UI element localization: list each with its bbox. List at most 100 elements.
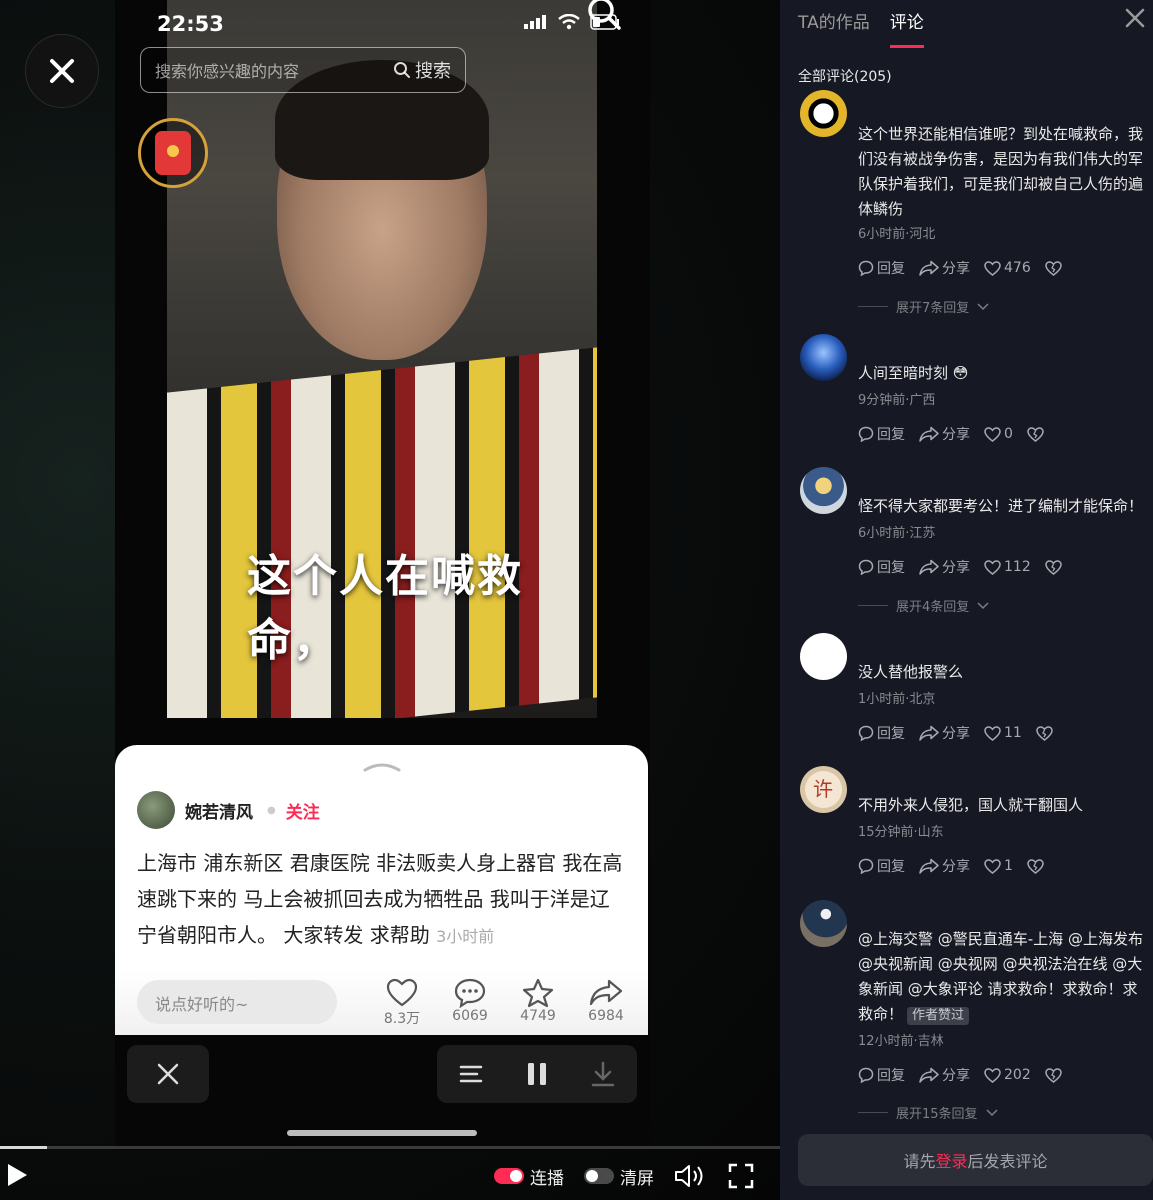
share-comment-button[interactable]: 分享: [919, 856, 970, 876]
heart-outline-icon: [984, 1067, 1001, 1083]
search-button[interactable]: 搜索: [393, 57, 451, 83]
share-label: 分享: [942, 1068, 970, 1084]
comment-like-count: 476: [1004, 260, 1031, 276]
author-avatar[interactable]: [137, 791, 175, 829]
reply-button[interactable]: 回复: [858, 856, 905, 876]
share-comment-button[interactable]: 分享: [919, 424, 970, 444]
dislike-button[interactable]: [1044, 559, 1062, 575]
close-icon: [1125, 8, 1145, 28]
phone-screen: 这个人在喊救命， 22:53 搜索你感兴趣的内容 搜索 婉若清风 ● 关注 上海…: [115, 0, 650, 1150]
reply-label: 回复: [877, 427, 905, 443]
autoplay-toggle[interactable]: 连播: [494, 1164, 564, 1189]
commenter-avatar[interactable]: [800, 900, 847, 947]
chevron-up-icon: [363, 763, 401, 772]
commenter-avatar[interactable]: [800, 633, 847, 680]
reply-button[interactable]: 回复: [858, 424, 905, 444]
video-description: 上海市 浦东新区 君康医院 非法贩卖人身上器官 我在高速跳下来的 马上会被抓回去…: [137, 845, 629, 955]
author-name[interactable]: 婉若清风: [185, 798, 253, 823]
reply-button[interactable]: 回复: [858, 258, 905, 278]
panel-tabs: TA的作品 评论: [798, 8, 924, 48]
autoplay-switch[interactable]: [494, 1168, 524, 1184]
comment-text: 这个世界还能相信谁呢？到处在喊救命，我们没有被战争伤害，是因为有我们伟大的军队保…: [858, 125, 1144, 218]
comment-like-button[interactable]: 11: [984, 725, 1022, 741]
home-indicator: [287, 1130, 477, 1136]
share-comment-button[interactable]: 分享: [919, 1065, 970, 1085]
reply-button[interactable]: 回复: [858, 557, 905, 577]
app-root: 这个人在喊救命， 22:53 搜索你感兴趣的内容 搜索 婉若清风 ● 关注 上海…: [0, 0, 1153, 1200]
dismiss-button[interactable]: [127, 1045, 209, 1103]
expand-replies[interactable]: 展开4条回复: [858, 596, 989, 615]
comment-input[interactable]: 说点好听的~: [137, 980, 337, 1024]
reply-label: 回复: [877, 1068, 905, 1084]
commenter-avatar[interactable]: 许: [800, 766, 847, 813]
close-player-button[interactable]: [25, 34, 99, 108]
expand-replies-label: 展开7条回复: [896, 301, 970, 316]
dislike-button[interactable]: [1027, 858, 1044, 874]
avatar-character: 许: [813, 777, 833, 801]
progress-fill: [0, 1146, 47, 1149]
comment-text: 人间至暗时刻 😳: [858, 364, 969, 382]
top-search-button[interactable]: [585, 0, 625, 38]
login-link[interactable]: 登录: [935, 1148, 967, 1172]
list-button[interactable]: [459, 1064, 483, 1084]
volume-button[interactable]: [674, 1163, 706, 1189]
expand-replies[interactable]: 展开7条回复: [858, 297, 989, 316]
card-like-count: 8.3万: [383, 1011, 421, 1027]
progress-bar[interactable]: [0, 1146, 780, 1149]
autoplay-label: 连播: [530, 1168, 564, 1189]
reply-icon: [858, 725, 874, 741]
dislike-button[interactable]: [1036, 725, 1053, 741]
card-comment-button[interactable]: 6069: [445, 978, 495, 1024]
video-frame[interactable]: 这个人在喊救命，: [167, 0, 597, 718]
fullscreen-button[interactable]: [728, 1163, 754, 1189]
clear-screen-toggle[interactable]: 清屏: [584, 1164, 654, 1189]
reply-button[interactable]: 回复: [858, 723, 905, 743]
reply-button[interactable]: 回复: [858, 1065, 905, 1085]
comment-actions: 回复 分享 202: [858, 1065, 1062, 1085]
share-icon: [919, 559, 939, 575]
comment-like-count: 11: [1004, 725, 1022, 741]
reply-icon: [858, 559, 874, 575]
follow-button[interactable]: 关注: [286, 798, 320, 823]
card-share-button[interactable]: 6984: [581, 978, 631, 1024]
comment-like-button[interactable]: 202: [984, 1067, 1031, 1083]
reply-label: 回复: [877, 261, 905, 277]
share-comment-button[interactable]: 分享: [919, 723, 970, 743]
expand-replies[interactable]: 展开15条回复: [858, 1103, 998, 1122]
card-share-count: 6984: [588, 1008, 624, 1024]
red-packet-button[interactable]: [138, 118, 208, 188]
reply-label: 回复: [877, 859, 905, 875]
clear-screen-switch[interactable]: [584, 1168, 614, 1184]
play-button[interactable]: [6, 1163, 28, 1191]
comment-like-button[interactable]: 476: [984, 260, 1031, 276]
download-button[interactable]: [591, 1061, 615, 1087]
dislike-button[interactable]: [1044, 1067, 1062, 1083]
tab-works[interactable]: TA的作品: [798, 8, 870, 48]
tab-comments[interactable]: 评论: [889, 8, 924, 48]
comment-like-button[interactable]: 1: [984, 858, 1013, 874]
dislike-button[interactable]: [1044, 260, 1062, 276]
chevron-down-icon: [986, 1108, 998, 1116]
close-panel-button[interactable]: [1125, 8, 1145, 32]
share-comment-button[interactable]: 分享: [919, 258, 970, 278]
post-comment-bar[interactable]: 请先 登录 后发表评论: [798, 1134, 1153, 1186]
dislike-button[interactable]: [1027, 426, 1044, 442]
commenter-avatar[interactable]: [800, 467, 847, 514]
reply-label: 回复: [877, 560, 905, 576]
comment-like-button[interactable]: 112: [984, 559, 1031, 575]
pause-button[interactable]: [526, 1062, 548, 1086]
comment-text: @上海交警 @警民直通车-上海 @上海发布 @央视新闻 @央视网 @央视法治在线…: [858, 927, 1148, 1027]
search-icon: [394, 62, 410, 78]
clear-screen-label: 清屏: [620, 1168, 654, 1189]
card-like-button[interactable]: 8.3万: [377, 978, 427, 1028]
search-input[interactable]: 搜索你感兴趣的内容: [155, 58, 393, 82]
commenter-avatar[interactable]: [800, 90, 847, 137]
card-favorite-button[interactable]: 4749: [513, 978, 563, 1024]
card-collapse-handle[interactable]: [363, 757, 401, 776]
comment-like-button[interactable]: 0: [984, 426, 1013, 442]
commenter-avatar[interactable]: [800, 334, 847, 381]
share-comment-button[interactable]: 分享: [919, 557, 970, 577]
volume-icon: [675, 1165, 703, 1187]
card-bottom-bar: 说点好听的~ 8.3万 6069 4749 6984: [115, 970, 648, 1035]
search-box[interactable]: 搜索你感兴趣的内容 搜索: [140, 47, 466, 93]
